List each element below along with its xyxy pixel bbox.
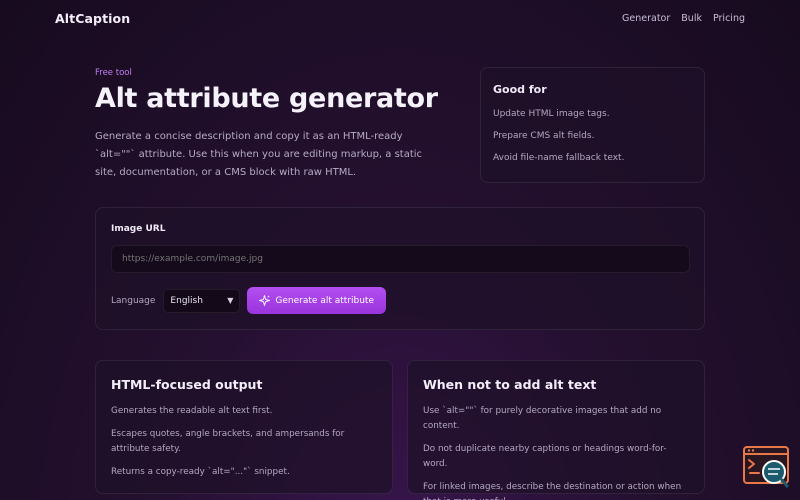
language-label: Language: [111, 295, 156, 306]
form-controls: Language English ▼ Generate alt attribut…: [111, 287, 689, 314]
good-for-card: Good for Update HTML image tags. Prepare…: [480, 67, 705, 183]
language-select[interactable]: English ▼: [163, 288, 241, 313]
eyebrow-label: Free tool: [95, 68, 132, 78]
language-selected-value: English: [170, 295, 203, 306]
when-not-title: When not to add alt text: [423, 377, 597, 392]
html-output-card: HTML-focused output Generates the readab…: [95, 360, 393, 494]
html-output-item: Escapes quotes, angle brackets, and ampe…: [111, 429, 345, 454]
html-output-item: Generates the readable alt text first.: [111, 406, 273, 416]
html-output-title: HTML-focused output: [111, 377, 263, 392]
when-not-item: Do not duplicate nearby captions or head…: [423, 444, 667, 469]
hero-description: Generate a concise description and copy …: [95, 130, 423, 178]
html-output-item: Returns a copy-ready `alt="..."` snippet…: [111, 467, 290, 477]
image-url-label: Image URL: [111, 224, 166, 234]
when-not-item: Use `alt=""` for purely decorative image…: [423, 406, 662, 431]
generate-alt-button-label: Generate alt attribute: [275, 295, 374, 306]
brand-logo[interactable]: AltCaption: [55, 11, 130, 26]
hero-section: Free tool Alt attribute generator Genera…: [95, 68, 455, 182]
when-not-card: When not to add alt text Use `alt=""` fo…: [407, 360, 705, 500]
generate-alt-button[interactable]: Generate alt attribute: [247, 287, 386, 314]
good-for-item: Update HTML image tags.: [493, 109, 610, 119]
nav-links: Generator Bulk Pricing: [622, 13, 745, 24]
page-title: Alt attribute generator: [95, 83, 438, 114]
generator-form: Image URL Language English ▼ Generate al…: [95, 207, 705, 330]
image-url-input[interactable]: [111, 245, 690, 273]
nav-link-bulk[interactable]: Bulk: [681, 13, 702, 24]
good-for-item: Avoid file-name fallback text.: [493, 153, 625, 163]
nav-link-generator[interactable]: Generator: [622, 13, 670, 24]
when-not-item: For linked images, describe the destinat…: [423, 482, 682, 500]
terminal-search-icon[interactable]: [743, 446, 789, 488]
sparkle-icon: [259, 295, 271, 306]
nav-link-pricing[interactable]: Pricing: [713, 13, 745, 24]
good-for-title: Good for: [493, 83, 547, 96]
good-for-item: Prepare CMS alt fields.: [493, 131, 595, 141]
good-for-list: Update HTML image tags. Prepare CMS alt …: [493, 109, 692, 163]
chevron-down-icon: ▼: [227, 296, 234, 305]
top-nav: AltCaption Generator Bulk Pricing: [0, 0, 800, 38]
